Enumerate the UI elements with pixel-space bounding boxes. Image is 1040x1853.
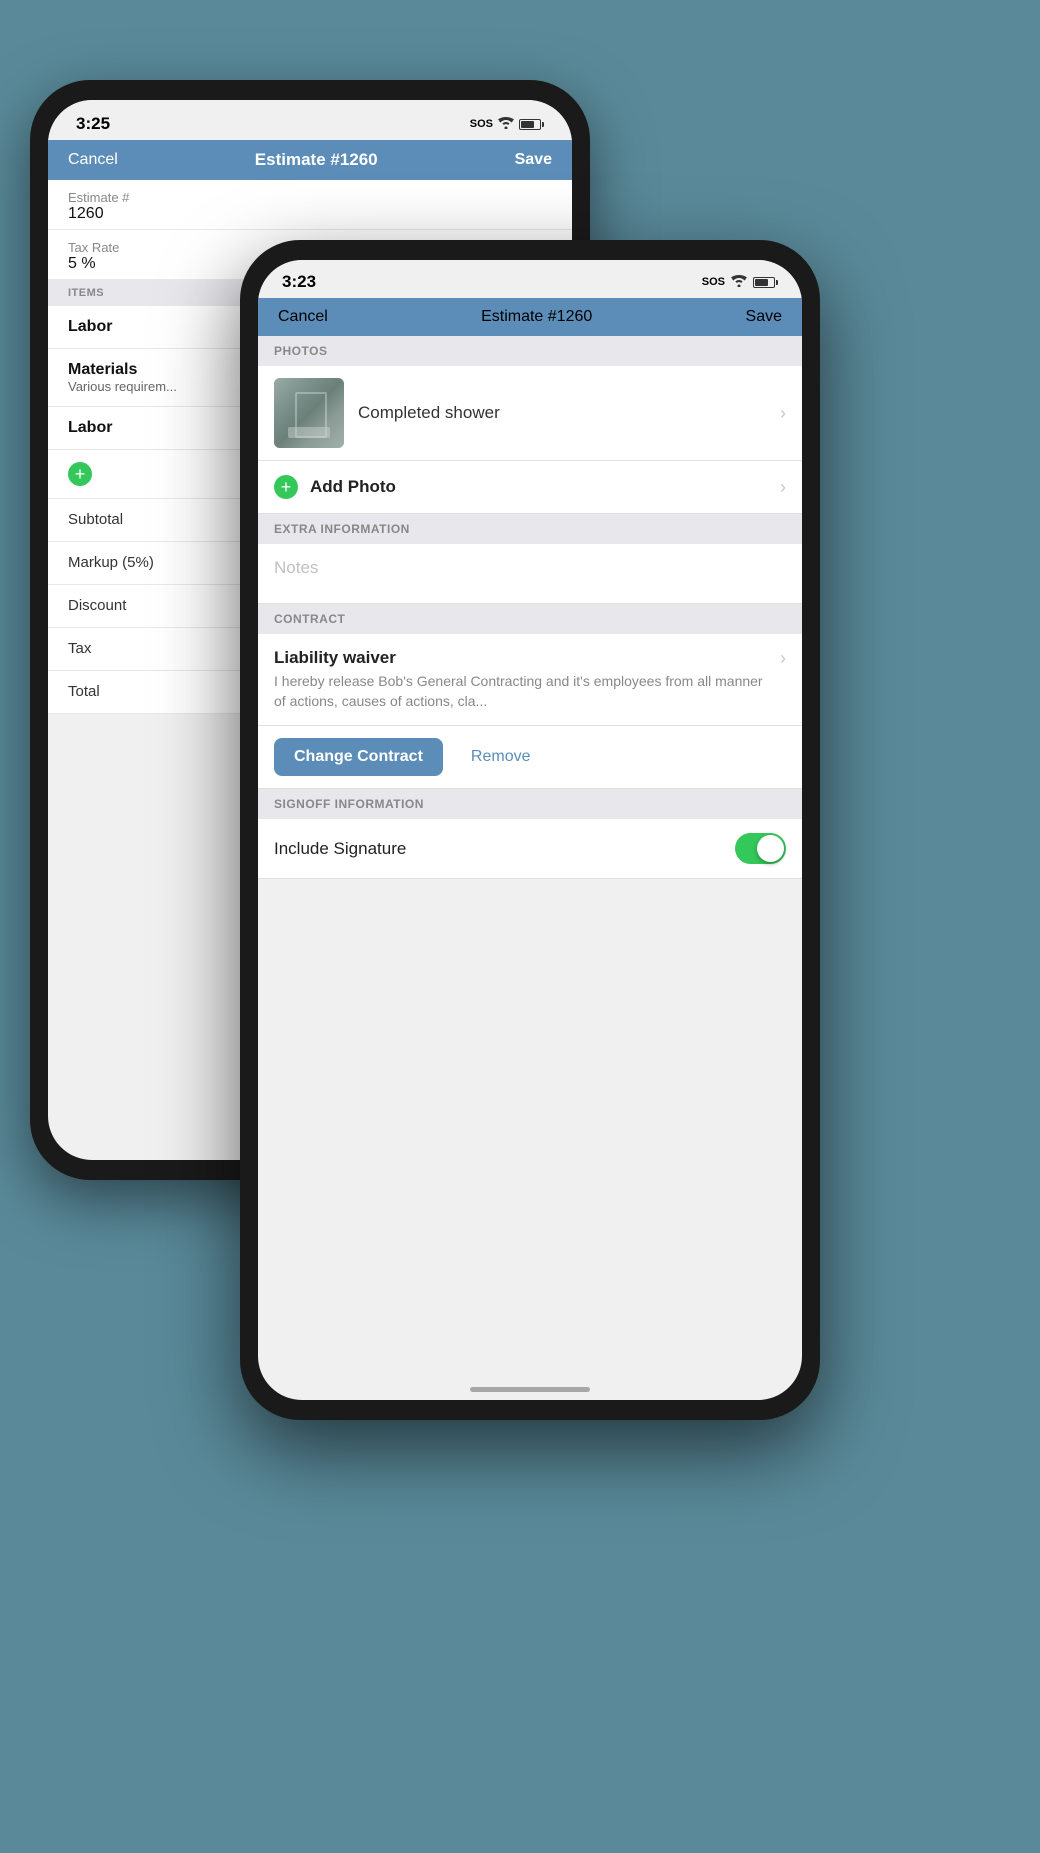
- back-total-label: Total: [68, 683, 100, 700]
- back-save-button[interactable]: Save: [515, 151, 552, 169]
- add-photo-plus-icon: +: [274, 475, 298, 499]
- front-time: 3:23: [282, 272, 316, 292]
- back-nav-title: Estimate #1260: [255, 150, 378, 170]
- include-signature-label: Include Signature: [274, 839, 406, 859]
- front-phone-screen: 3:23 SOS Cancel Estimate #1260 Save PHOT…: [258, 260, 802, 1400]
- change-contract-button[interactable]: Change Contract: [274, 738, 443, 776]
- back-nav-bar: Cancel Estimate #1260 Save: [48, 140, 572, 180]
- phone-front: 3:23 SOS Cancel Estimate #1260 Save PHOT…: [240, 240, 820, 1420]
- front-save-button[interactable]: Save: [746, 308, 782, 326]
- contract-text: I hereby release Bob's General Contracti…: [274, 672, 772, 711]
- include-signature-row[interactable]: Include Signature: [258, 819, 802, 879]
- back-sos: SOS: [470, 118, 493, 130]
- back-wifi-icon: [498, 117, 514, 132]
- add-photo-chevron-icon: ›: [780, 477, 786, 498]
- contract-inner: Liability waiver I hereby release Bob's …: [274, 648, 786, 711]
- home-indicator: [470, 1387, 590, 1392]
- remove-contract-button[interactable]: Remove: [455, 738, 547, 776]
- photo-thumbnail: [274, 378, 344, 448]
- photo-item-row[interactable]: Completed shower ›: [258, 366, 802, 461]
- shower-photo: [274, 378, 344, 448]
- back-estimate-label: Estimate #: [68, 190, 552, 205]
- back-discount-label: Discount: [68, 597, 126, 614]
- back-subtotal-label: Subtotal: [68, 511, 123, 528]
- photos-section-header: PHOTOS: [258, 336, 802, 366]
- back-status-icons: SOS: [470, 117, 544, 132]
- back-status-bar: 3:25 SOS: [48, 100, 572, 140]
- back-estimate-value: 1260: [68, 205, 552, 223]
- include-signature-toggle[interactable]: [735, 833, 786, 864]
- front-cancel-button[interactable]: Cancel: [278, 308, 328, 326]
- front-wifi-icon: [731, 275, 747, 290]
- contract-section-header: CONTRACT: [258, 604, 802, 634]
- front-status-icons: SOS: [702, 275, 778, 290]
- contract-chevron-icon: ›: [780, 648, 786, 669]
- notes-placeholder: Notes: [274, 558, 318, 577]
- back-cancel-button[interactable]: Cancel: [68, 151, 118, 169]
- notes-row[interactable]: Notes: [258, 544, 802, 604]
- photo-label: Completed shower: [358, 403, 766, 423]
- back-battery-icon: [519, 119, 544, 130]
- front-nav-bar: Cancel Estimate #1260 Save: [258, 298, 802, 336]
- contract-content: Liability waiver I hereby release Bob's …: [274, 648, 780, 711]
- contract-row[interactable]: Liability waiver I hereby release Bob's …: [258, 634, 802, 726]
- back-tax-label: Tax: [68, 640, 91, 657]
- contract-title: Liability waiver: [274, 648, 772, 668]
- contract-buttons: Change Contract Remove: [258, 726, 802, 789]
- add-photo-row[interactable]: + Add Photo ›: [258, 461, 802, 514]
- front-battery-icon: [753, 277, 778, 288]
- back-add-icon: +: [68, 462, 92, 486]
- photo-chevron-icon: ›: [780, 403, 786, 424]
- back-markup-label: Markup (5%): [68, 554, 154, 571]
- front-status-bar: 3:23 SOS: [258, 260, 802, 298]
- back-estimate-field: Estimate # 1260: [48, 180, 572, 230]
- toggle-knob: [757, 835, 784, 862]
- extra-info-section-header: EXTRA INFORMATION: [258, 514, 802, 544]
- front-sos: SOS: [702, 276, 725, 288]
- back-time: 3:25: [76, 114, 110, 134]
- signoff-section-header: SIGNOFF INFORMATION: [258, 789, 802, 819]
- add-photo-label: Add Photo: [310, 477, 768, 497]
- front-nav-title: Estimate #1260: [481, 308, 592, 326]
